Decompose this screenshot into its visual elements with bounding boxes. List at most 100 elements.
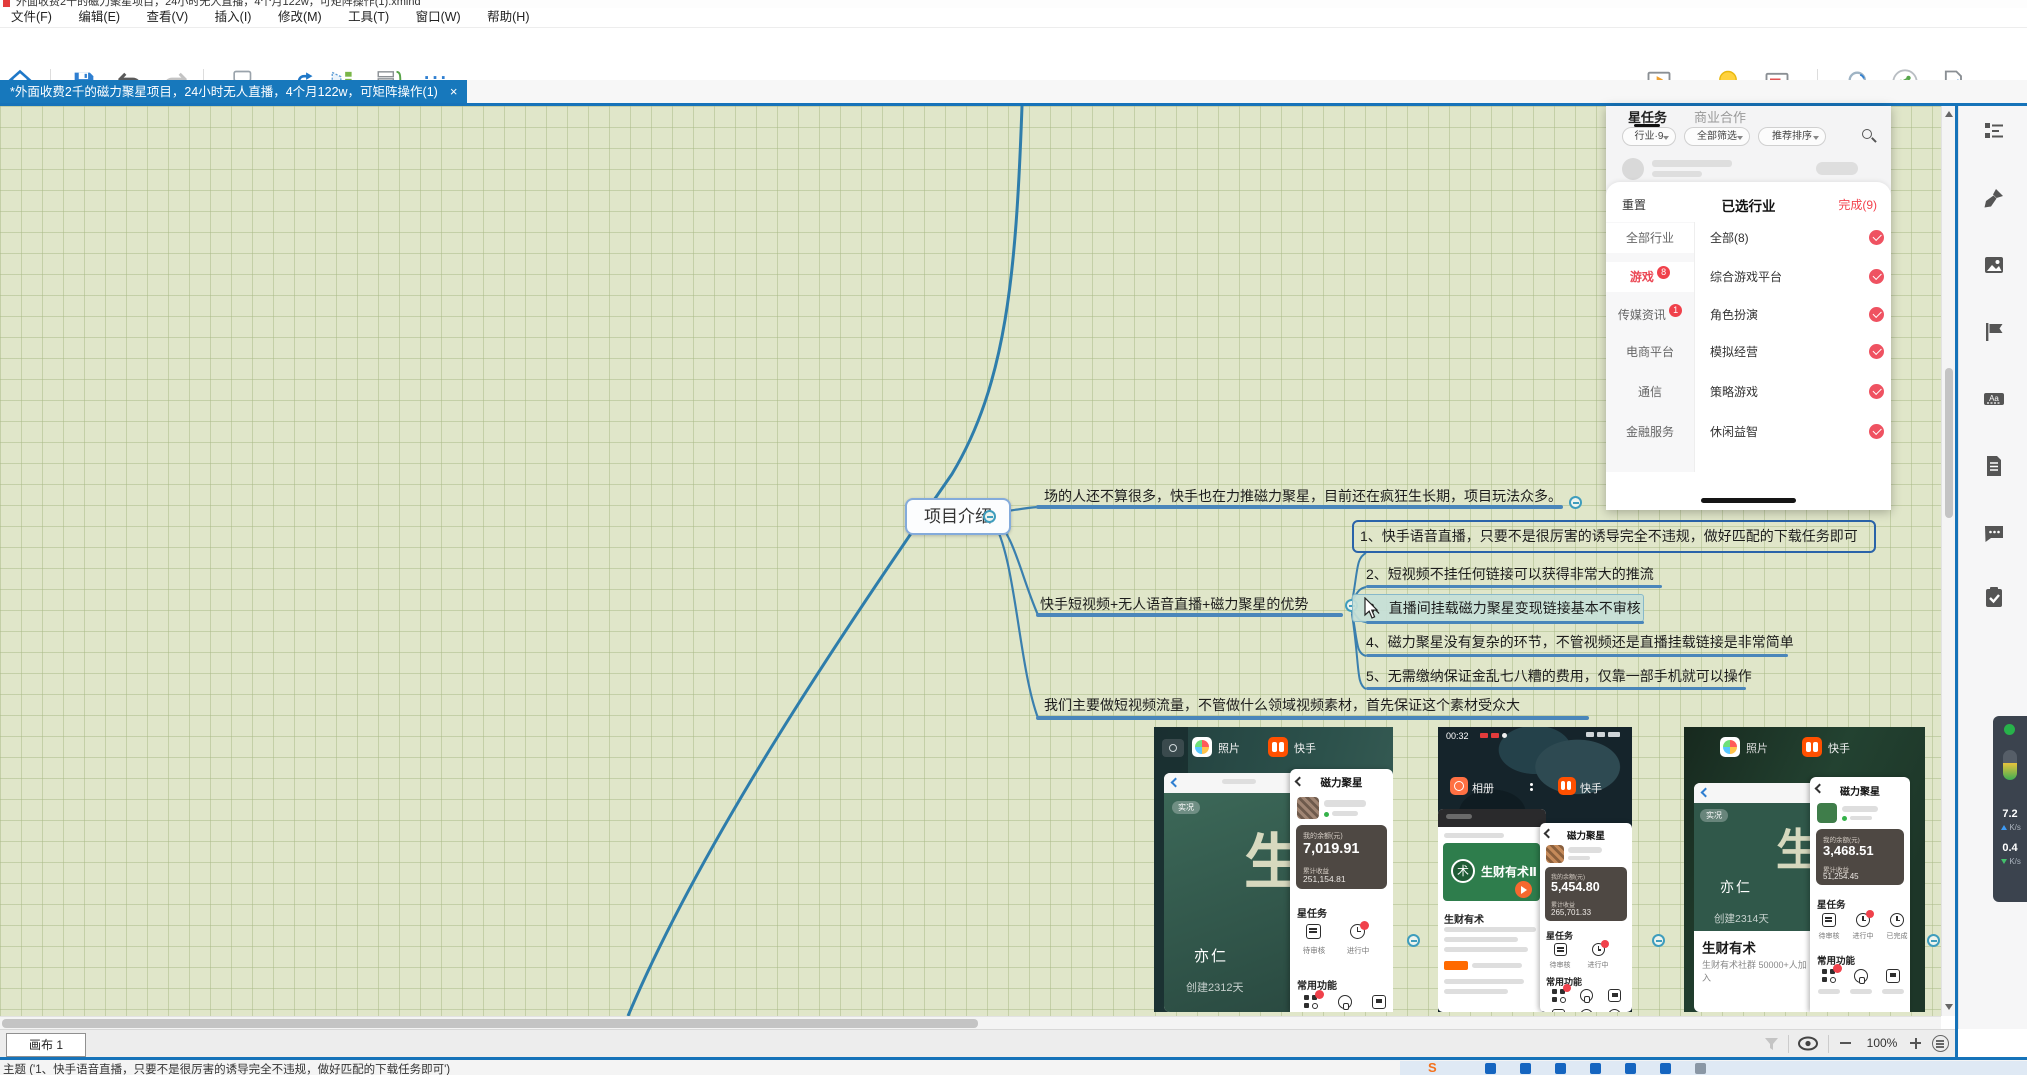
check-icon[interactable]: [1869, 307, 1884, 322]
card-header: [1694, 783, 1816, 803]
tray-icon[interactable]: [1485, 1063, 1496, 1074]
page-title: 磁力聚星: [1540, 828, 1632, 842]
done-button[interactable]: 完成(9): [1838, 196, 1877, 213]
structure-icon[interactable]: [1982, 119, 2006, 143]
format-brush-icon[interactable]: [1982, 186, 2006, 210]
avatar: [1297, 797, 1319, 819]
shengcai-banner: 术 生财有术Ⅱ: [1443, 843, 1540, 901]
zoom-in-icon-v: [1915, 1038, 1917, 1049]
menu-view[interactable]: 查看(V): [136, 8, 200, 27]
all-filter-pill[interactable]: 全部筛选: [1684, 127, 1750, 146]
sheet-bar: 画布 1 100%: [0, 1029, 1955, 1057]
cumulative-value: 265,701.33: [1551, 908, 1591, 917]
category-ecommerce[interactable]: 电商平台: [1606, 337, 1694, 367]
collapse-icon[interactable]: [1407, 934, 1420, 947]
pill-label: 行业·9: [1635, 131, 1664, 142]
sheet-tab-canvas1[interactable]: 画布 1: [6, 1033, 86, 1057]
label-aa-icon[interactable]: Aa: [1982, 387, 2006, 411]
image-icon[interactable]: [1982, 253, 2006, 277]
selected-industry-sheet: 重置 已选行业 完成(9) 全部行业 游戏 8 传媒资讯 1 电商平台 通信 金…: [1606, 182, 1891, 510]
cumulative-value: 251,154.81: [1303, 874, 1346, 884]
download-unit-text: K/s: [2009, 857, 2021, 866]
tray-icon[interactable]: [1520, 1063, 1531, 1074]
tasks-section-label: 星任务: [1546, 929, 1573, 942]
tray-icon[interactable]: [1555, 1063, 1566, 1074]
tray-icon[interactable]: [1590, 1063, 1601, 1074]
marker-flag-icon[interactable]: [1982, 320, 2006, 344]
branch2-line: [1036, 613, 1343, 617]
snipaste-tray-icon[interactable]: S: [1428, 1061, 1437, 1075]
filter-funnel-icon[interactable]: [1764, 1037, 1779, 1051]
tray-icon[interactable]: [1695, 1063, 1706, 1074]
category-all[interactable]: 全部行业: [1606, 223, 1694, 253]
industry-filter-pill[interactable]: 行业·9: [1622, 127, 1676, 146]
check-icon[interactable]: [1869, 230, 1884, 245]
page-title: 磁力聚星: [1810, 783, 1910, 798]
watermark-text: 生: [1244, 833, 1296, 893]
zoom-level[interactable]: 100%: [1860, 1036, 1904, 1050]
industry-filter-panel: 星任务 商业合作 行业·9 全部筛选 推荐排序 重置 已选行业 完成(9) 全部…: [1606, 106, 1891, 510]
upload-unit: K/s: [1995, 823, 2027, 832]
net-speed-widget[interactable]: 7.2 K/s 0.4 K/s: [1993, 716, 2027, 902]
category-media[interactable]: 传媒资讯 1: [1606, 300, 1694, 330]
scroll-up-icon[interactable]: [1945, 111, 1953, 117]
topic-child2[interactable]: 2、短视频不挂任何链接可以获得非常大的推流: [1366, 564, 1654, 584]
menu-insert[interactable]: 插入(I): [204, 8, 263, 27]
coin-icon: [1552, 1009, 1565, 1012]
orange-tag: [1444, 961, 1468, 970]
topic-child1-selected[interactable]: 1、快手语音直播，只要不是很厉害的诱导完全不违规，做好匹配的下载任务即可: [1352, 520, 1876, 553]
topic-child5[interactable]: 5、无需缴纳保证金乱七八糟的费用，仅靠一部手机就可以操作: [1366, 666, 1752, 686]
vertical-scrollbar[interactable]: [1941, 106, 1955, 1016]
menu-help[interactable]: 帮助(H): [476, 8, 540, 27]
option-platform[interactable]: 综合游戏平台: [1710, 262, 1782, 292]
category-telecom[interactable]: 通信: [1606, 377, 1694, 407]
topic-branch2[interactable]: 快手短视频+无人语音直播+磁力聚星的优势: [1040, 594, 1308, 614]
topic-child4[interactable]: 4、磁力聚星没有复杂的环节，不管视频还是直播挂载链接是非常简单: [1366, 632, 1794, 652]
topic-branch1[interactable]: 场的人还不算很多，快手也在力推磁力聚星，目前还在疯狂生长期，项目玩法众多。: [1044, 486, 1562, 506]
check-icon[interactable]: [1869, 424, 1884, 439]
category-label: 游戏: [1630, 270, 1654, 284]
category-games-active[interactable]: 游戏 8: [1606, 262, 1694, 292]
check-icon[interactable]: [1869, 384, 1884, 399]
menu-window[interactable]: 窗口(W): [405, 8, 472, 27]
vertical-scroll-thumb[interactable]: [1945, 368, 1953, 518]
check-icon[interactable]: [1869, 344, 1884, 359]
comments-icon[interactable]: [1982, 521, 2006, 545]
collapse-icon[interactable]: [1569, 496, 1582, 509]
collapse-icon[interactable]: [1652, 934, 1665, 947]
task-check-icon[interactable]: [1982, 585, 2006, 609]
horizontal-scrollbar[interactable]: [0, 1016, 1941, 1029]
topic-child3-hover[interactable]: 3、直播间挂载磁力聚星变现链接基本不审核: [1352, 594, 1644, 622]
fit-map-icon[interactable]: [1932, 1035, 1949, 1052]
document-tab-label: *外面收费2千的磁力聚星项目，24小时无人直播，4个月122w，可矩阵操作(1): [10, 85, 438, 99]
option-casual[interactable]: 休闲益智: [1710, 417, 1758, 447]
option-sim[interactable]: 模拟经营: [1710, 337, 1758, 367]
streamer-name: 亦仁: [1720, 877, 1752, 897]
tray-icon[interactable]: [1625, 1063, 1636, 1074]
tab-biz-coop[interactable]: 商业合作: [1694, 107, 1746, 126]
option-rpg[interactable]: 角色扮演: [1710, 300, 1758, 330]
menu-modify[interactable]: 修改(M): [267, 8, 333, 27]
option-strategy[interactable]: 策略游戏: [1710, 377, 1758, 407]
check-icon[interactable]: [1869, 269, 1884, 284]
close-tab-icon[interactable]: ×: [450, 84, 458, 99]
menu-tools[interactable]: 工具(T): [337, 8, 400, 27]
sort-pill[interactable]: 推荐排序: [1758, 127, 1826, 146]
option-all[interactable]: 全部(8): [1710, 223, 1749, 253]
eye-icon[interactable]: [1798, 1036, 1818, 1051]
child5-line: [1366, 687, 1746, 690]
menu-edit[interactable]: 编辑(E): [67, 8, 131, 27]
scroll-down-icon[interactable]: [1945, 1004, 1953, 1010]
zoom-out-icon[interactable]: [1840, 1042, 1851, 1044]
notes-icon[interactable]: [1982, 454, 2006, 478]
topic-branch3[interactable]: 我们主要做短视频流量，不管做什么领域视频素材，首先保证这个素材受众大: [1044, 695, 1520, 715]
status-rec-icon: [1480, 733, 1488, 738]
tray-icon[interactable]: [1660, 1063, 1671, 1074]
collapse-icon[interactable]: [1927, 934, 1940, 947]
document-tab[interactable]: *外面收费2千的磁力聚星项目，24小时无人直播，4个月122w，可矩阵操作(1)…: [0, 80, 467, 103]
menu-file[interactable]: 文件(F): [0, 8, 63, 27]
official-icon: [1886, 969, 1900, 983]
collapse-icon[interactable]: [983, 510, 996, 523]
horizontal-scroll-thumb[interactable]: [2, 1019, 978, 1028]
category-finance[interactable]: 金融服务: [1606, 417, 1694, 447]
